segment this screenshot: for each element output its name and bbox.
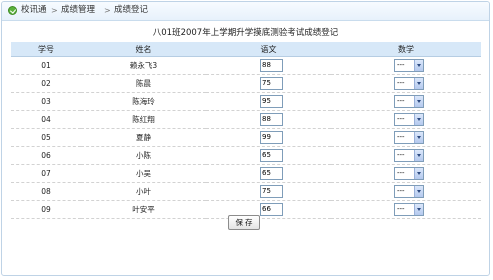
chinese-score-input[interactable]: 65 <box>260 149 283 162</box>
chevron-down-icon[interactable] <box>414 186 423 197</box>
chevron-down-icon[interactable] <box>414 168 423 179</box>
content-panel: 校讯通 > 成绩管理 > 成绩登记 八01班2007年上学期升学摸底测验考试成绩… <box>1 1 490 276</box>
student-name: 陈晨 <box>81 74 206 93</box>
chevron-down-icon[interactable] <box>414 78 423 89</box>
student-name: 小吴 <box>81 164 206 183</box>
student-name: 叶安平 <box>81 200 206 219</box>
header-chinese: 语文 <box>206 42 331 57</box>
student-id: 07 <box>11 164 81 183</box>
table-row: 04 陈红翔 88 --- <box>11 110 481 129</box>
breadcrumb: 校讯通 > 成绩管理 > 成绩登记 <box>2 2 489 21</box>
breadcrumb-separator: > <box>104 6 111 15</box>
math-score-select[interactable]: --- <box>394 77 424 90</box>
math-score-value: --- <box>397 133 405 141</box>
student-name: 陈海玲 <box>81 92 206 111</box>
math-score-value: --- <box>397 169 405 177</box>
student-id: 04 <box>11 110 81 129</box>
header-student-id: 学号 <box>11 42 81 57</box>
math-score-select[interactable]: --- <box>394 113 424 126</box>
student-id: 01 <box>11 56 81 75</box>
page-title: 八01班2007年上学期升学摸底测验考试成绩登记 <box>152 28 339 38</box>
math-score-select[interactable]: --- <box>394 131 424 144</box>
student-name: 陈红翔 <box>81 110 206 129</box>
table-row: 02 陈晨 75 --- <box>11 74 481 93</box>
table-row: 05 夏静 99 --- <box>11 128 481 147</box>
grade-table: 学号 姓名 语文 数学 01 赖永飞3 88 --- 02 陈晨 75 --- … <box>11 42 481 219</box>
math-score-select[interactable]: --- <box>394 149 424 162</box>
math-score-value: --- <box>397 205 405 213</box>
student-name: 小陈 <box>81 146 206 165</box>
student-name: 赖永飞3 <box>81 56 206 75</box>
student-id: 09 <box>11 200 81 219</box>
chinese-score-input[interactable]: 88 <box>260 113 283 126</box>
math-score-select[interactable]: --- <box>394 59 424 72</box>
math-score-select[interactable]: --- <box>394 95 424 108</box>
chinese-score-input[interactable]: 88 <box>260 59 283 72</box>
student-name: 小叶 <box>81 182 206 201</box>
breadcrumb-separator: > <box>51 6 58 15</box>
chinese-score-input[interactable]: 66 <box>260 203 283 216</box>
breadcrumb-item-home[interactable]: 校讯通 <box>21 4 47 17</box>
math-score-value: --- <box>397 115 405 123</box>
math-score-value: --- <box>397 79 405 87</box>
table-row: 01 赖永飞3 88 --- <box>11 56 481 75</box>
chinese-score-input[interactable]: 75 <box>260 185 283 198</box>
breadcrumb-item-grade-entry: 成绩登记 <box>114 5 149 15</box>
chinese-score-input[interactable]: 95 <box>260 95 283 108</box>
student-id: 08 <box>11 182 81 201</box>
table-row: 07 小吴 65 --- <box>11 164 481 183</box>
chevron-down-icon[interactable] <box>414 60 423 71</box>
header-math: 数学 <box>331 42 481 57</box>
check-circle-icon <box>8 6 17 15</box>
math-score-value: --- <box>397 97 405 105</box>
math-score-value: --- <box>397 61 405 69</box>
math-score-select[interactable]: --- <box>394 203 424 216</box>
chevron-down-icon[interactable] <box>414 132 423 143</box>
chevron-down-icon[interactable] <box>414 114 423 125</box>
student-id: 06 <box>11 146 81 165</box>
student-id: 03 <box>11 92 81 111</box>
student-id: 05 <box>11 128 81 147</box>
math-score-select[interactable]: --- <box>394 167 424 180</box>
table-row: 08 小叶 75 --- <box>11 182 481 201</box>
chevron-down-icon[interactable] <box>414 150 423 161</box>
math-score-select[interactable]: --- <box>394 185 424 198</box>
chinese-score-input[interactable]: 99 <box>260 131 283 144</box>
chevron-down-icon[interactable] <box>414 204 423 215</box>
chevron-down-icon[interactable] <box>414 96 423 107</box>
chinese-score-input[interactable]: 65 <box>260 167 283 180</box>
chinese-score-input[interactable]: 75 <box>260 77 283 90</box>
student-id: 02 <box>11 74 81 93</box>
table-row: 03 陈海玲 95 --- <box>11 92 481 111</box>
math-score-value: --- <box>397 187 405 195</box>
student-name: 夏静 <box>81 128 206 147</box>
table-header-row: 学号 姓名 语文 数学 <box>11 42 481 57</box>
table-row: 06 小陈 65 --- <box>11 146 481 165</box>
math-score-value: --- <box>397 151 405 159</box>
breadcrumb-item-grade-management[interactable]: 成绩管理 <box>61 4 95 17</box>
header-name: 姓名 <box>81 42 206 57</box>
save-button[interactable]: 保 存 <box>228 215 260 230</box>
